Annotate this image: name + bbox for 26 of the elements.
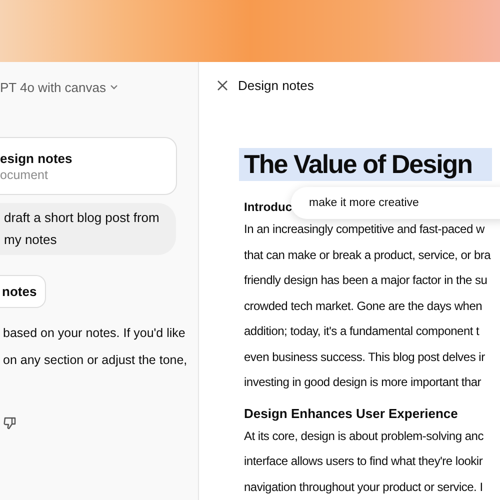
body-text-line: addition; today, it's a fundamental component t	[243, 323, 480, 340]
document-chip[interactable]: notes	[0, 275, 46, 308]
user-message: draft a short blog post from my notes	[0, 203, 176, 255]
canvas-title: Design notes	[238, 78, 314, 92]
body-text-line: At its core, design is about problem-solving anc	[243, 428, 484, 444]
section-heading: Design Enhances User Experience	[244, 404, 458, 423]
edit-prompt-field[interactable]: make it more creative	[291, 187, 500, 219]
section-heading: Introduc	[244, 199, 292, 216]
model-selector[interactable]: PT 4o with canvas	[0, 78, 198, 96]
chevron-down-icon	[110, 83, 118, 91]
document-heading: The Value of Design	[239, 148, 492, 181]
assistant-reply-line: on any section or adjust the tone,	[2, 352, 188, 369]
document-card[interactable]: esign notes ocument	[0, 137, 177, 195]
document-title: esign notes	[0, 150, 74, 166]
body-text-line: investing in good design is more important thar	[243, 374, 482, 391]
body-text-line: navigation throughout your product or service. I	[243, 478, 484, 496]
assistant-reply-line: based on your notes. If you'd like	[2, 325, 186, 342]
body-text-line: even business success. This blog post delves ir	[243, 348, 486, 366]
body-text-line: interface allows users to find what they're lookir	[243, 453, 484, 470]
body-text-line: crowded tech market. Gone are the days when	[243, 298, 484, 314]
body-text-line: friendly design has been a major factor in the su	[243, 272, 488, 289]
body-text-line: that can make or break a product, service, or bra	[243, 246, 492, 264]
body-text-line: In an increasingly competitive and fast-paced w	[243, 221, 486, 238]
close-icon[interactable]	[217, 80, 228, 90]
thumbs-down-icon[interactable]	[3, 416, 17, 430]
document-type: ocument	[0, 168, 49, 182]
